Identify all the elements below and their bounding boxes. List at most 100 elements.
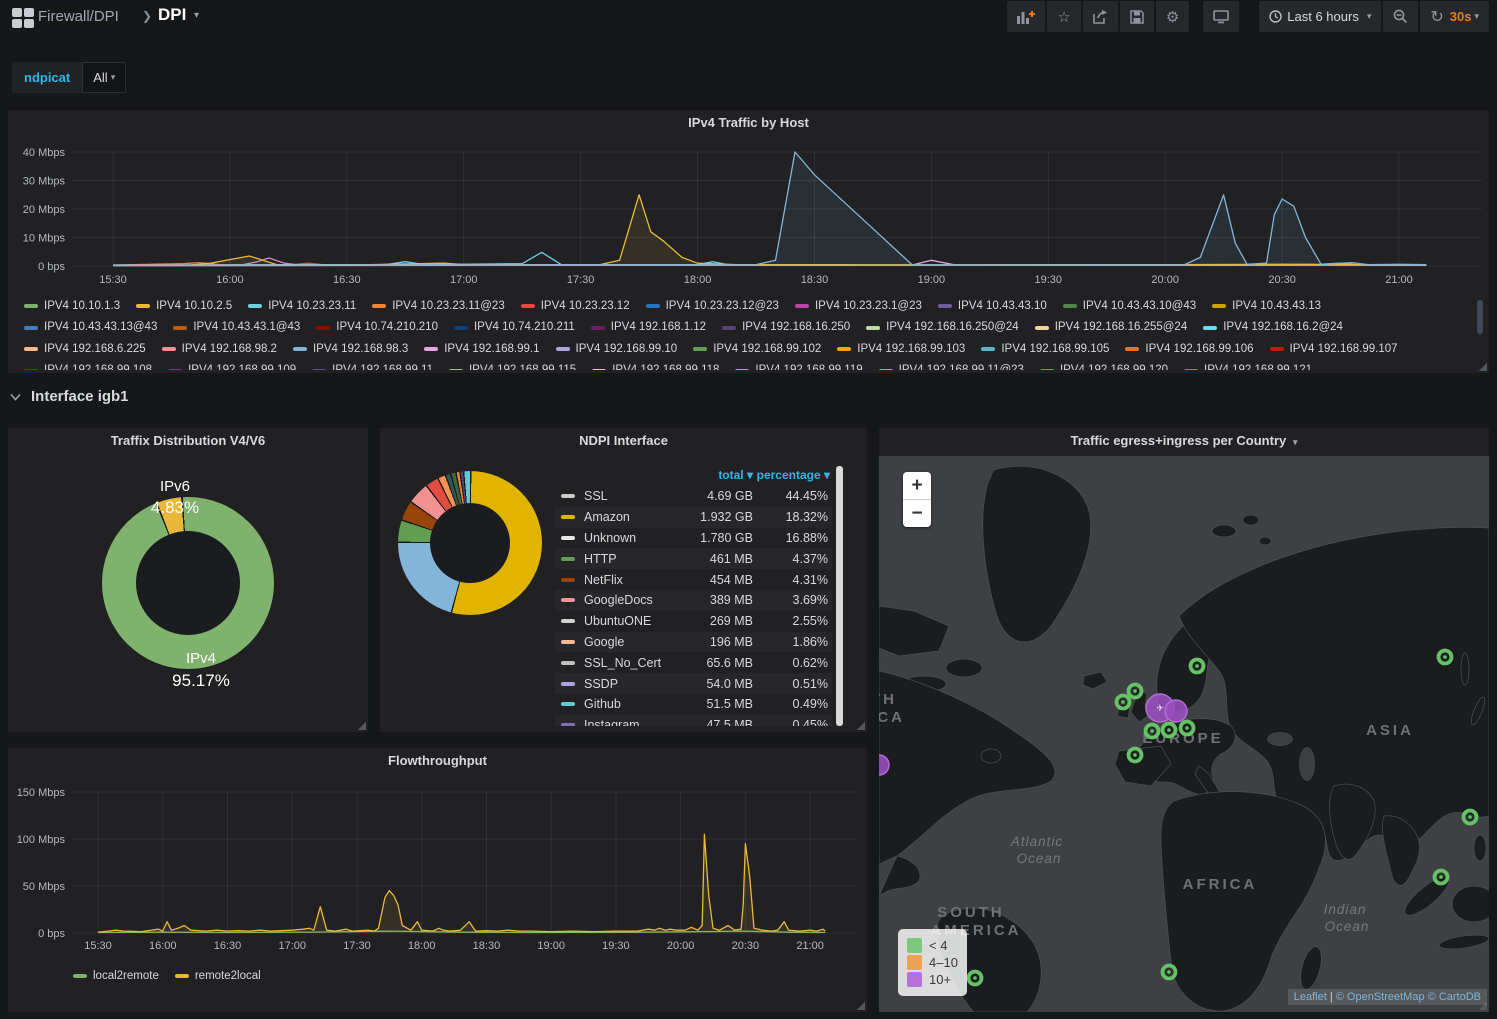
legend-item[interactable]: IPV4 10.43.43.10@43 — [1063, 297, 1196, 316]
legend-item[interactable]: IPV4 192.168.99.103 — [837, 340, 965, 359]
row-header-interface-igb1[interactable]: Interface igb1 — [10, 388, 129, 405]
legend-item[interactable]: IPV4 192.168.99.115 — [449, 361, 576, 370]
legend-item[interactable]: IPV4 10.74.210.210 — [316, 318, 438, 337]
legend-item[interactable]: IPV4 10.43.43.1@43 — [173, 318, 300, 337]
legend-item[interactable]: IPV4 192.168.99.107 — [1270, 340, 1398, 359]
table-scrollbar[interactable] — [836, 466, 843, 726]
table-row: Instagram47.5 MB0.45% — [555, 715, 832, 726]
legend-item[interactable]: IPV4 192.168.99.105 — [981, 340, 1109, 359]
refresh-button[interactable]: ↻ 30s ▾ — [1420, 1, 1489, 32]
total-value: 1.932 GB — [700, 510, 753, 524]
legend-item[interactable]: IPV4 10.23.23.1@23 — [795, 297, 922, 316]
page-title[interactable]: DPI — [158, 5, 186, 25]
legend-label: IPV4 10.43.43.10@43 — [1083, 297, 1196, 316]
time-range-picker[interactable]: Last 6 hours ▾ — [1259, 1, 1381, 32]
legend-item[interactable]: IPV4 192.168.98.3 — [293, 340, 408, 359]
legend-label: IPV4 192.168.99.105 — [1001, 340, 1109, 359]
legend-label: IPV4 10.43.43.1@43 — [193, 318, 300, 337]
legend-label: IPV4 192.168.16.255@24 — [1055, 318, 1188, 337]
share-button[interactable] — [1083, 1, 1118, 32]
legend-item[interactable]: IPV4 10.23.23.12 — [521, 297, 630, 316]
cartodb-link[interactable]: © CartoDB — [1428, 991, 1481, 1003]
legend-item[interactable]: IPV4 10.23.23.12@23 — [646, 297, 779, 316]
legend-item[interactable]: IPV4 192.168.99.106 — [1125, 340, 1253, 359]
panel-title[interactable]: Traffix Distribution V4/V6 — [8, 433, 368, 448]
legend-item[interactable]: IPV4 192.168.99.102 — [693, 340, 821, 359]
save-button[interactable] — [1120, 1, 1154, 32]
title-caret-icon[interactable]: ▾ — [194, 10, 199, 21]
sort-total-header[interactable]: total ▾ — [718, 468, 753, 482]
legend-label: IPV4 10.43.43.13 — [1232, 297, 1321, 316]
grafana-logo-icon[interactable] — [12, 8, 34, 28]
legend-item[interactable]: IPV4 10.10.2.5 — [136, 297, 232, 316]
panel-resize-handle[interactable] — [856, 1001, 865, 1010]
svg-text:150 Mbps: 150 Mbps — [17, 787, 66, 799]
legend-item[interactable]: IPV4 10.43.43.10 — [938, 297, 1047, 316]
panel-resize-handle[interactable] — [1478, 362, 1487, 371]
legend-swatch-icon — [907, 938, 922, 953]
legend-item[interactable]: IPV4 192.168.99.109 — [168, 361, 296, 370]
panel-title[interactable]: NDPI Interface — [380, 433, 867, 448]
legend-item[interactable]: IPV4 10.74.210.211 — [454, 318, 575, 337]
map-marker-purple[interactable] — [1165, 700, 1187, 722]
legend-item[interactable]: IPV4 192.168.16.255@24 — [1035, 318, 1188, 337]
legend-item[interactable]: IPV4 192.168.6.225 — [24, 340, 146, 359]
panel-resize-handle[interactable] — [856, 721, 865, 730]
zoom-out-button[interactable]: − — [903, 500, 931, 527]
legend-item[interactable]: IPV4 192.168.99.119 — [735, 361, 862, 370]
legend-item[interactable]: IPV4 192.168.99.10 — [556, 340, 678, 359]
legend-scrollbar[interactable] — [1477, 300, 1483, 334]
legend-item[interactable]: IPV4 192.168.99.118 — [592, 361, 719, 370]
flowthroughput-chart[interactable]: 15:3016:0016:3017:0017:3018:0018:3019:00… — [8, 748, 867, 956]
openstreetmap-link[interactable]: © OpenStreetMap — [1336, 991, 1425, 1003]
legend-item[interactable]: IPV4 192.168.99.108 — [24, 361, 152, 370]
legend-item[interactable]: IPV4 192.168.16.250@24 — [866, 318, 1019, 337]
legend-swatch-icon — [1184, 369, 1198, 371]
settings-button[interactable]: ⚙ — [1156, 1, 1189, 32]
map-label: AMERICA — [879, 709, 905, 726]
legend-item[interactable]: IPV4 10.43.43.13 — [1212, 297, 1321, 316]
percentage-value: 0.51% — [793, 677, 828, 691]
legend-item[interactable]: IPV4 10.23.23.11 — [248, 297, 356, 316]
breadcrumb[interactable]: Firewall/DPI — [38, 8, 119, 25]
variable-value-dropdown[interactable]: All ▾ — [82, 62, 126, 93]
legend-item[interactable]: IPV4 192.168.99.11@23 — [879, 361, 1024, 370]
leaflet-link[interactable]: Leaflet — [1294, 991, 1327, 1003]
zoom-out-button[interactable] — [1383, 1, 1418, 32]
legend-item[interactable]: IPV4 192.168.99.1 — [424, 340, 539, 359]
add-panel-button[interactable] — [1007, 1, 1045, 32]
sort-percentage-header[interactable]: percentage ▾ — [757, 468, 830, 482]
series-swatch-icon — [561, 682, 575, 686]
ipv4-traffic-chart[interactable]: 15:3016:0016:3017:0017:3018:0018:3019:00… — [8, 110, 1489, 292]
svg-text:19:00: 19:00 — [918, 274, 946, 286]
legend-item[interactable]: IPV4 10.23.23.11@23 — [372, 297, 505, 316]
legend-item[interactable]: IPV4 192.168.1.12 — [591, 318, 706, 337]
legend-item[interactable]: IPV4 192.168.16.2@24 — [1203, 318, 1343, 337]
series-swatch-icon — [561, 598, 575, 602]
svg-text:15:30: 15:30 — [99, 274, 127, 286]
legend-item[interactable]: local2remote — [73, 967, 159, 986]
svg-text:16:00: 16:00 — [149, 940, 177, 952]
legend-item[interactable]: IPV4 10.43.43.13@43 — [24, 318, 157, 337]
legend-item[interactable]: IPV4 192.168.16.250 — [722, 318, 850, 337]
zoom-in-button[interactable]: + — [903, 472, 931, 500]
star-button[interactable]: ☆ — [1047, 1, 1080, 32]
share-icon — [1093, 10, 1108, 24]
percentage-value: 4.37% — [793, 552, 828, 566]
world-map[interactable]: NORTHAMERICAEUROPEASIAAFRICASOUTHAMERICA… — [879, 456, 1489, 1012]
panel-title[interactable]: Traffic egress+ingress per Country ▾ — [879, 433, 1489, 448]
legend-item[interactable]: IPV4 192.168.99.121 — [1184, 361, 1312, 370]
legend-item[interactable]: IPV4 10.10.1.3 — [24, 297, 120, 316]
legend-item[interactable]: IPV4 192.168.99.11 — [312, 361, 433, 370]
tv-mode-button[interactable] — [1203, 1, 1239, 32]
map-label: Ocean — [1017, 851, 1062, 866]
panel-resize-handle[interactable] — [357, 721, 366, 730]
legend-swatch-icon — [879, 369, 893, 371]
legend-label: remote2local — [195, 965, 261, 985]
svg-text:16:30: 16:30 — [214, 940, 242, 952]
percentage-value: 2.55% — [793, 614, 828, 628]
legend-item[interactable]: remote2local — [175, 967, 261, 986]
attribution-separator: | — [1330, 991, 1333, 1003]
legend-item[interactable]: IPV4 192.168.99.120 — [1040, 361, 1168, 370]
legend-item[interactable]: IPV4 192.168.98.2 — [162, 340, 277, 359]
